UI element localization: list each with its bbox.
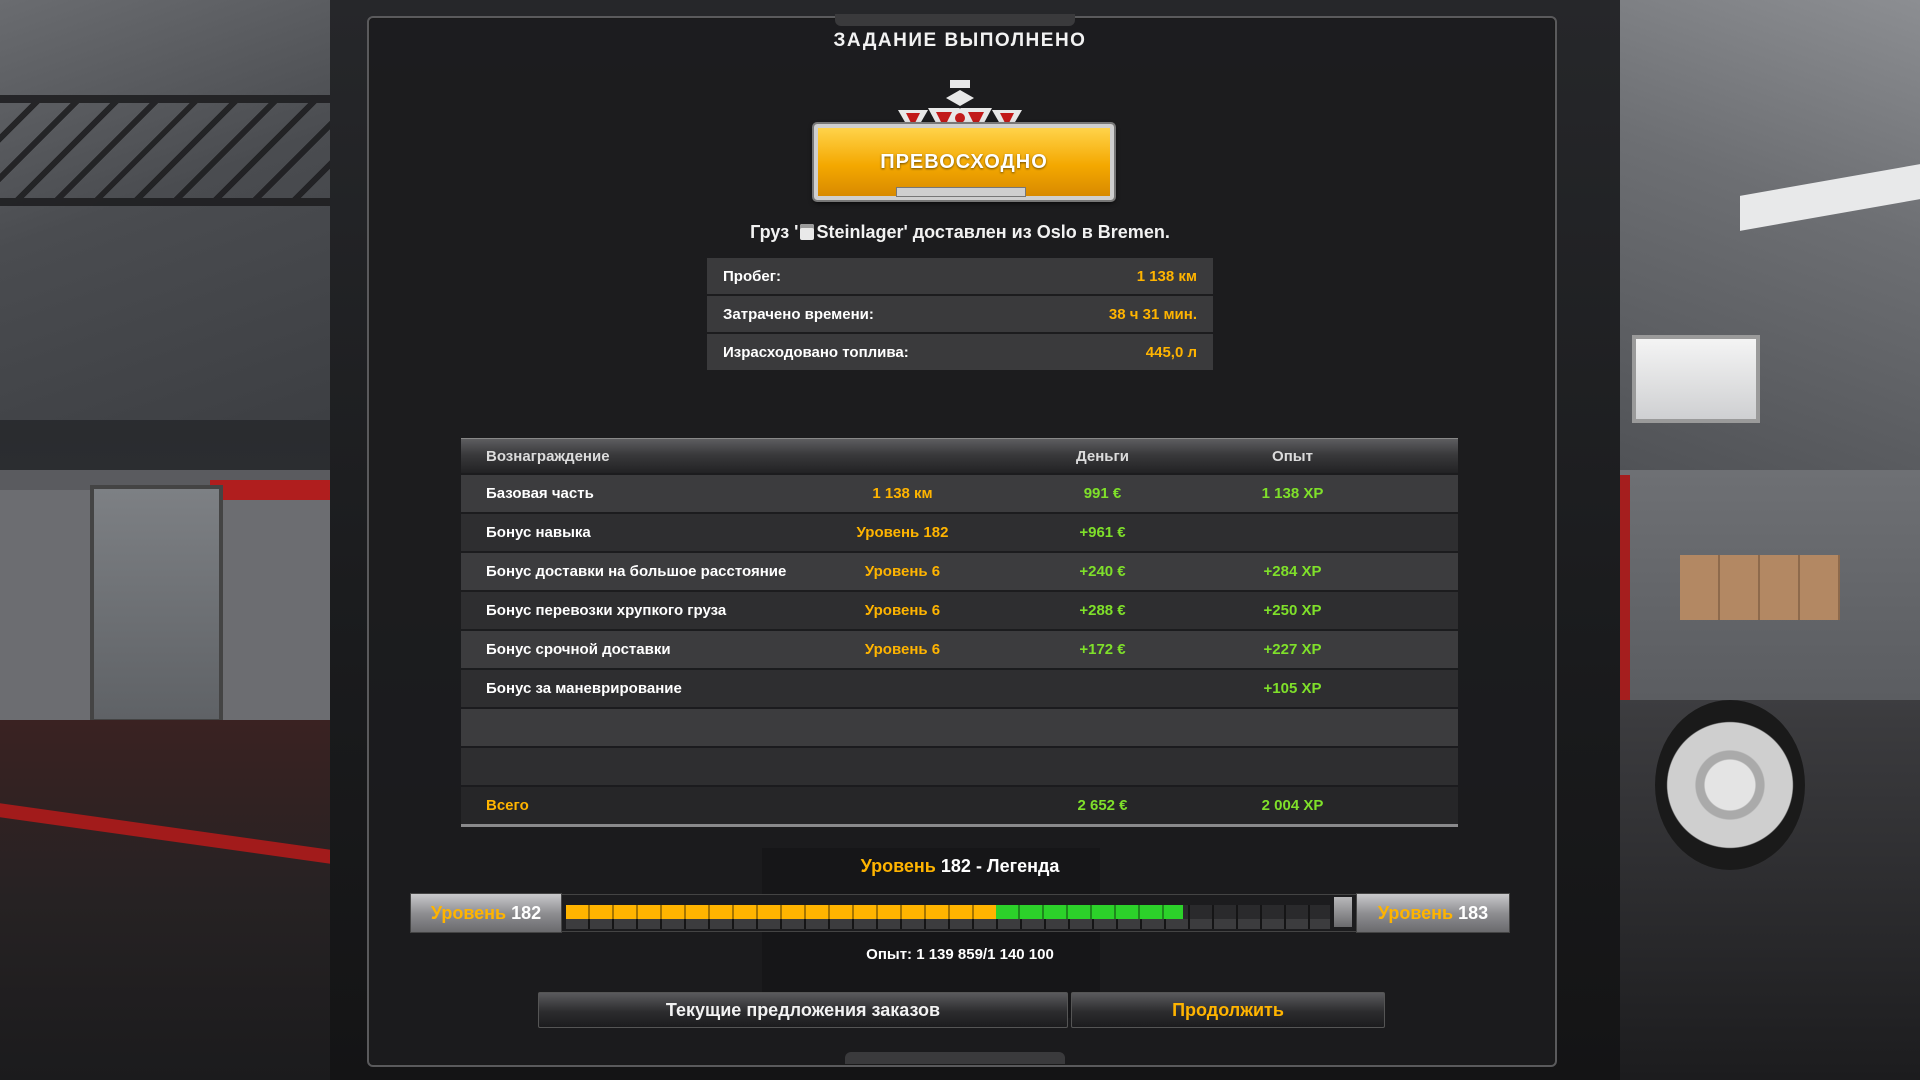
reward-name: Базовая часть [486,485,594,502]
reward-detail: 1 138 км [872,485,933,502]
level-title: Уровень 182 - Легенда [0,856,1920,877]
level-rank: - Легенда [970,856,1060,876]
badge-base [896,187,1026,197]
cargo-origin: Oslo [1036,222,1077,242]
panel-bottom-tab [845,1052,1065,1064]
delivery-stats: Пробег: 1 138 км Затрачено времени: 38 ч… [707,258,1213,372]
reward-table: Вознаграждение Деньги Опыт Базовая часть… [461,438,1458,827]
cargo-name: Steinlager [816,222,904,242]
cargo-boxes [1680,555,1840,620]
stat-label: Пробег: [723,267,781,285]
total-xp: 2 004 XP [1261,797,1324,814]
stat-label: Затрачено времени: [723,305,874,323]
reward-name: Бонус перевозки хрупкого груза [486,602,727,619]
reward-xp: +250 XP [1263,602,1322,619]
reward-name: Бонус срочной доставки [486,641,671,658]
cargo-suffix: . [1164,222,1170,242]
reward-money: +172 € [1079,641,1126,658]
garage-window [1632,335,1760,423]
panel-top-tab [835,14,1075,26]
xp-progress-bar [561,894,1357,932]
truck-wheel [1655,700,1805,870]
table-row-empty [461,709,1458,746]
xp-track [566,905,1330,919]
current-level-plate: Уровень 182 [410,893,562,933]
next-level-plate: Уровень 183 [1356,893,1510,933]
level-number: 182 [940,856,971,876]
reward-money: +240 € [1079,563,1126,580]
stat-fuel: Израсходовано топлива: 445,0 л [707,334,1213,370]
reward-name: Бонус навыка [486,524,591,541]
xp-progress-gained [996,905,1183,919]
panel-title: ЗАДАНИЕ ВЫПОЛНЕНО [833,30,1087,51]
reward-detail: Уровень 6 [864,602,941,619]
table-row: Бонус навыка Уровень 182 +961 € [461,514,1458,551]
stat-distance: Пробег: 1 138 км [707,258,1213,294]
cargo-destination: Bremen [1097,222,1165,242]
reward-detail: Уровень 6 [864,641,941,658]
reward-name: Бонус доставки на большое расстояние [486,563,787,580]
xp-progress-before [566,905,997,919]
cargo-summary: Груз ' Steinlager' доставлен из Oslo в Br… [0,222,1920,243]
reward-money: +961 € [1079,524,1126,541]
office-door [90,485,223,723]
continue-button[interactable]: Продолжить [1071,992,1385,1028]
stat-value: 38 ч 31 мин. [1108,305,1197,323]
table-row: Бонус доставки на большое расстояние Уро… [461,553,1458,590]
reward-xp: +227 XP [1263,641,1322,658]
reward-money: 991 € [1083,485,1122,502]
header-xp: Опыт [1272,447,1313,465]
cargo-between: в [1076,222,1098,242]
reward-detail: Уровень 6 [864,563,941,580]
stat-value: 445,0 л [1145,343,1197,361]
roof-truss [0,95,370,206]
level-word: Уровень [860,856,936,876]
current-level-word: Уровень [430,902,507,923]
floor-left [0,720,380,1080]
stat-value: 1 138 км [1136,267,1197,285]
stat-label: Израсходовано топлива: [723,343,909,361]
reward-detail: Уровень 182 [856,524,949,541]
table-row: Базовая часть 1 138 км 991 € 1 138 XP [461,475,1458,512]
ceiling-left [0,0,380,420]
header-money: Деньги [1076,447,1129,465]
xp-bar-end [1334,897,1352,927]
xp-cells [566,919,1330,929]
total-money: 2 652 € [1077,797,1128,814]
xp-readout: Опыт: 1 139 859/1 140 100 [866,946,1054,963]
table-row: Бонус срочной доставки Уровень 6 +172 € … [461,631,1458,668]
table-row: Бонус перевозки хрупкого груза Уровень 6… [461,592,1458,629]
reward-money: +288 € [1079,602,1126,619]
reward-xp: +105 XP [1263,680,1322,697]
reward-name: Бонус за маневрирование [486,680,682,697]
cargo-middle: ' доставлен из [903,222,1037,242]
beer-icon [800,224,815,240]
stat-time: Затрачено времени: 38 ч 31 мин. [707,296,1213,332]
reward-xp: +284 XP [1263,563,1322,580]
next-level-number: 183 [1458,902,1489,923]
table-row: Бонус за маневрирование +105 XP [461,670,1458,707]
reward-table-header: Вознаграждение Деньги Опыт [461,438,1458,473]
table-row-total: Всего 2 652 € 2 004 XP [461,787,1458,827]
job-offers-button[interactable]: Текущие предложения заказов [538,992,1068,1028]
header-reward: Вознаграждение [486,447,610,465]
current-level-number: 182 [511,902,542,923]
table-row-empty [461,748,1458,785]
total-label: Всего [486,797,529,814]
reward-xp: 1 138 XP [1261,485,1324,502]
next-level-word: Уровень [1377,902,1454,923]
cargo-prefix: Груз ' [750,222,799,242]
